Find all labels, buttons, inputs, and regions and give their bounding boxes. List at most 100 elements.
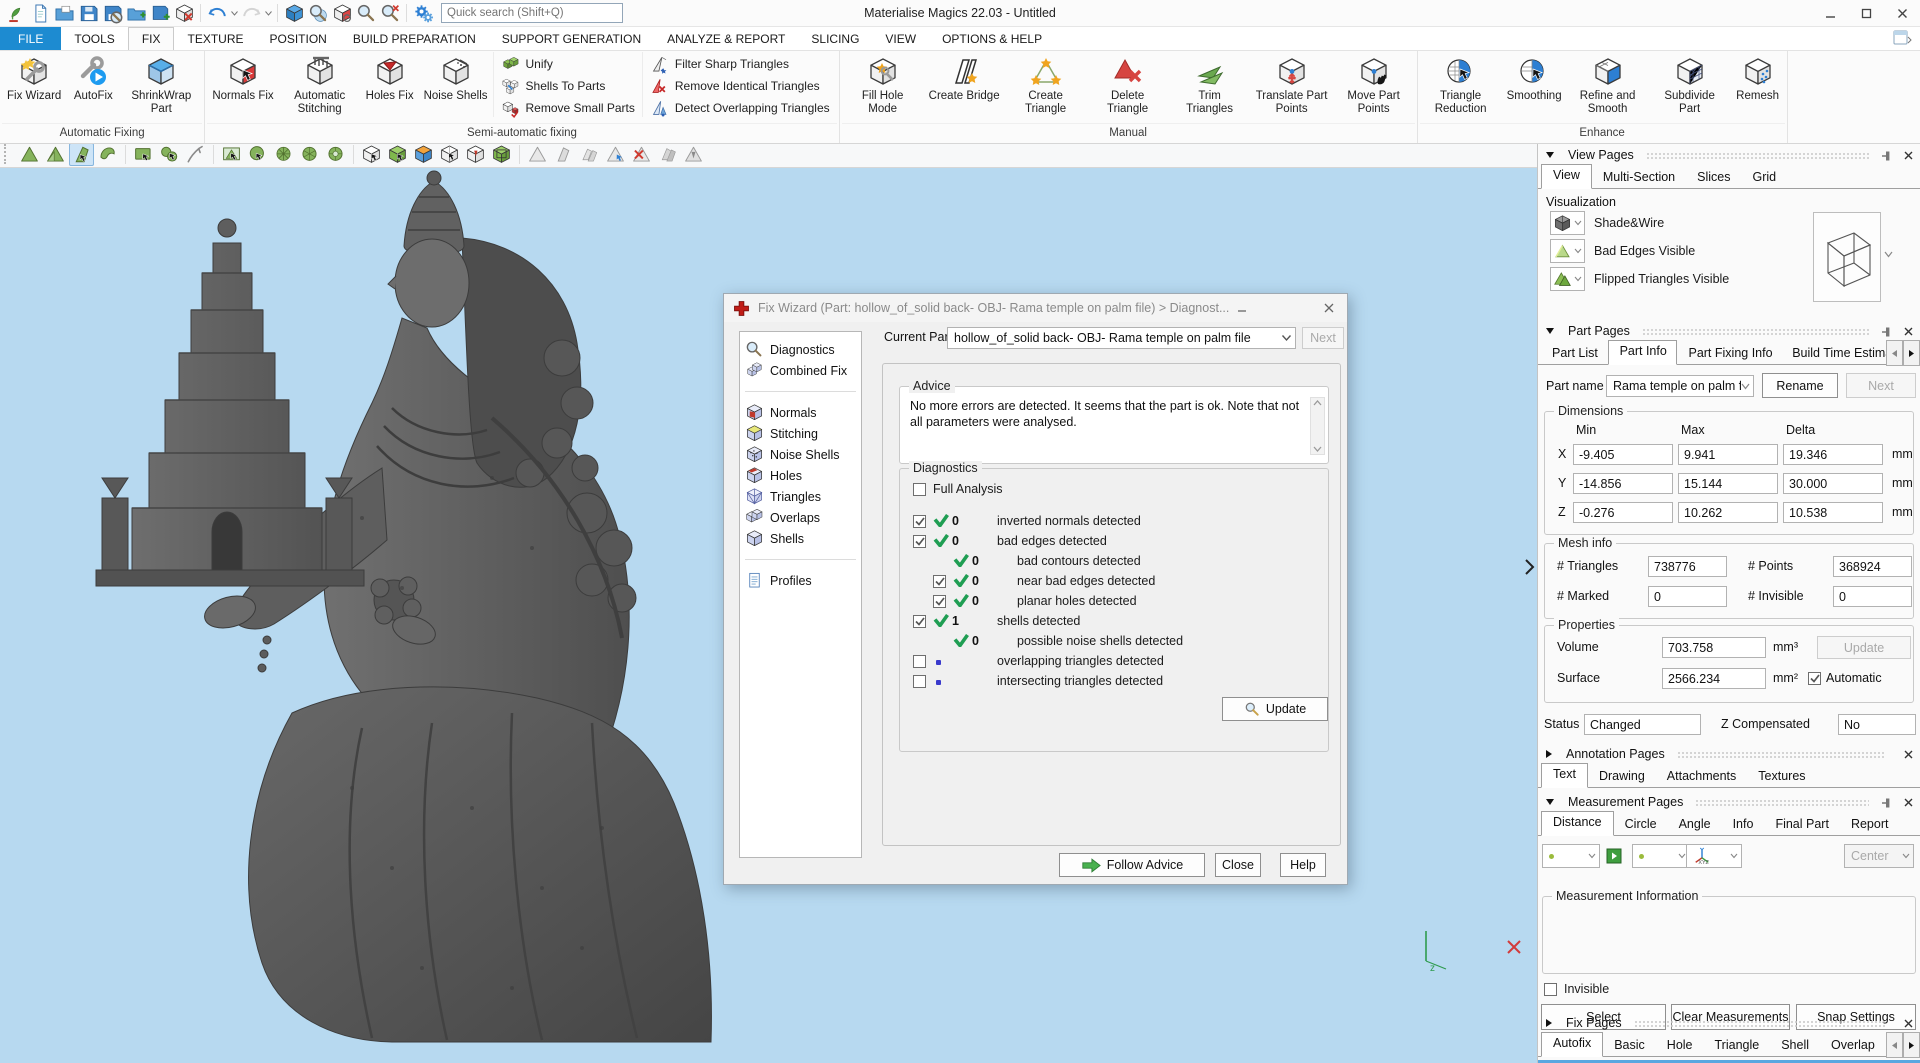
invisible-checkbox[interactable] — [1544, 983, 1557, 996]
ribbon-fix-wizard[interactable]: Fix Wizard — [2, 52, 66, 120]
unmark-all-icon[interactable] — [577, 143, 602, 166]
model-rama-temple-statue[interactable] — [62, 168, 712, 1043]
volume-value[interactable]: 703.758 — [1662, 637, 1766, 658]
z-delta-value[interactable]: 10.538 — [1783, 502, 1883, 523]
mark-cube-green-icon[interactable] — [385, 143, 410, 166]
zoom-in-icon[interactable] — [354, 2, 378, 24]
ribbon-automatic-stitching[interactable]: Automatic Stitching — [279, 52, 361, 120]
open-file-icon[interactable] — [52, 2, 76, 24]
dialog-next-button[interactable]: Next — [1302, 327, 1344, 349]
undo-caret-icon[interactable] — [229, 2, 239, 24]
panel-collapse-handle-icon[interactable] — [1523, 558, 1535, 576]
menu-tab-analyze-report[interactable]: ANALYZE & REPORT — [654, 27, 798, 50]
ribbon-shrinkwrap-part[interactable]: ShrinkWrap Part — [120, 52, 202, 120]
invisible-value[interactable]: 0 — [1833, 586, 1912, 607]
ribbon-normals-fix[interactable]: Normals Fix — [207, 52, 278, 120]
close-section-icon[interactable] — [1904, 798, 1913, 807]
measurement-tab-final-part[interactable]: Final Part — [1764, 814, 1840, 835]
fix-tab-overlap[interactable]: Overlap — [1820, 1035, 1886, 1056]
invisible-row[interactable]: Invisible — [1544, 982, 1609, 996]
wizard-page-combined-fix[interactable]: Combined Fix — [740, 360, 861, 381]
x-delta-value[interactable]: 19.346 — [1783, 444, 1883, 465]
mark-last-icon[interactable] — [681, 143, 706, 166]
mark-cube-plane-icon[interactable] — [359, 143, 384, 166]
ribbon-subdivide-part[interactable]: Subdivide Part — [1649, 52, 1731, 120]
mark-rectangle-icon[interactable] — [131, 143, 156, 166]
ribbon-unify[interactable]: Unify — [501, 55, 635, 73]
zoom-reset-icon[interactable] — [378, 2, 402, 24]
menu-tab-file[interactable]: FILE — [0, 27, 61, 50]
menu-tab-texture[interactable]: TEXTURE — [174, 27, 256, 50]
x-min-value[interactable]: -9.405 — [1573, 444, 1673, 465]
collapse-arrow-icon[interactable] — [1545, 151, 1555, 159]
mark-circle-select-icon[interactable] — [245, 143, 270, 166]
fix-tab-autofix[interactable]: Autofix — [1541, 1032, 1603, 1057]
dialog-close-icon[interactable] — [1316, 298, 1342, 318]
mark-shell-icon[interactable] — [69, 143, 94, 166]
ribbon-triangle-reduction[interactable]: Triangle Reduction — [1420, 52, 1502, 120]
new-document-icon[interactable] — [28, 2, 52, 24]
z-max-value[interactable]: 10.262 — [1678, 502, 1778, 523]
zoom-selection-icon[interactable] — [306, 2, 330, 24]
measurement-tab-angle[interactable]: Angle — [1668, 814, 1722, 835]
wizard-page-overlaps[interactable]: Overlaps — [740, 507, 861, 528]
dialog-title-bar[interactable]: Fix Wizard (Part: hollow_of_solid back- … — [724, 294, 1347, 322]
minimize-button-icon[interactable] — [1812, 0, 1848, 26]
shade-wire-combo[interactable] — [1550, 211, 1585, 235]
view-tab-grid[interactable]: Grid — [1741, 167, 1787, 188]
measure-mode-combo-2[interactable] — [1632, 844, 1690, 868]
mark-cube-frame-icon[interactable] — [489, 143, 514, 166]
view-tab-slices[interactable]: Slices — [1686, 167, 1741, 188]
points-value[interactable]: 368924 — [1833, 556, 1912, 577]
menu-tab-support-generation[interactable]: SUPPORT GENERATION — [489, 27, 654, 50]
full-analysis-checkbox[interactable] — [913, 483, 926, 496]
expand-arrow-icon[interactable] — [1545, 749, 1553, 759]
close-section-icon[interactable] — [1904, 750, 1913, 759]
ribbon-create-bridge[interactable]: Create Bridge — [924, 52, 1005, 120]
ribbon-detect-overlapping-triangles[interactable]: Detect Overlapping Triangles — [650, 99, 830, 117]
mark-cube-orange-icon[interactable] — [411, 143, 436, 166]
save-as-icon[interactable] — [100, 2, 124, 24]
annotation-tab-drawing[interactable]: Drawing — [1588, 766, 1656, 787]
quick-search-input[interactable] — [441, 3, 623, 23]
redo-icon[interactable] — [239, 2, 263, 24]
ribbon-smoothing[interactable]: Smoothing — [1502, 52, 1567, 120]
wizard-page-noise-shells[interactable]: Noise Shells — [740, 444, 861, 465]
bad-edges-combo[interactable] — [1550, 239, 1585, 263]
menu-tab-slicing[interactable]: SLICING — [798, 27, 872, 50]
mark-triangle-cursor-icon[interactable] — [603, 143, 628, 166]
y-min-value[interactable]: -14.856 — [1573, 473, 1673, 494]
annotation-tab-textures[interactable]: Textures — [1747, 766, 1816, 787]
center-mode-combo[interactable]: Center — [1844, 844, 1914, 868]
mark-cube-pin-icon[interactable] — [463, 143, 488, 166]
current-part-combo[interactable]: hollow_of_solid back- OBJ- Rama temple o… — [947, 327, 1296, 349]
diagnostic-checkbox[interactable] — [933, 575, 946, 588]
customize-gears-icon[interactable] — [411, 2, 435, 24]
follow-advice-button[interactable]: Follow Advice — [1059, 853, 1205, 877]
toolbar-drag-handle[interactable] — [4, 144, 12, 164]
diagnostic-checkbox[interactable] — [933, 595, 946, 608]
mark-triangle-icon[interactable] — [17, 143, 42, 166]
unmark-plane-icon[interactable] — [551, 143, 576, 166]
ribbon-noise-shells[interactable]: Noise Shells — [419, 52, 493, 120]
zoom-to-part-icon[interactable] — [282, 2, 306, 24]
triangles-value[interactable]: 738776 — [1648, 556, 1727, 577]
menu-tab-view[interactable]: VIEW — [872, 27, 929, 50]
view-part-icon[interactable] — [330, 2, 354, 24]
view-tab-multi-section[interactable]: Multi-Section — [1592, 167, 1686, 188]
annotation-tab-attachments[interactable]: Attachments — [1656, 766, 1747, 787]
update-button[interactable]: Update — [1222, 697, 1328, 721]
ribbon-translate-part-points[interactable]: Translate Part Points — [1251, 52, 1333, 120]
advice-scrollbar[interactable] — [1310, 397, 1325, 455]
maximize-button-icon[interactable] — [1848, 0, 1884, 26]
viewport-3d[interactable]: z Fix Wizard (Part: hollow_of_solid back… — [0, 141, 1537, 1063]
ribbon-move-part-points[interactable]: Move Part Points — [1333, 52, 1415, 120]
ribbon-filter-sharp-triangles[interactable]: Filter Sharp Triangles — [650, 55, 830, 73]
measurement-tab-info[interactable]: Info — [1722, 814, 1765, 835]
part-tab-part-info[interactable]: Part Info — [1608, 340, 1678, 365]
menu-tab-fix[interactable]: FIX — [128, 27, 175, 50]
dialog-help-button[interactable]: Help — [1280, 853, 1326, 877]
annotation-tab-text[interactable]: Text — [1541, 763, 1588, 788]
preview-caret-icon[interactable] — [1884, 251, 1893, 258]
ribbon-shells-to-parts[interactable]: Shells To Parts — [501, 77, 635, 95]
